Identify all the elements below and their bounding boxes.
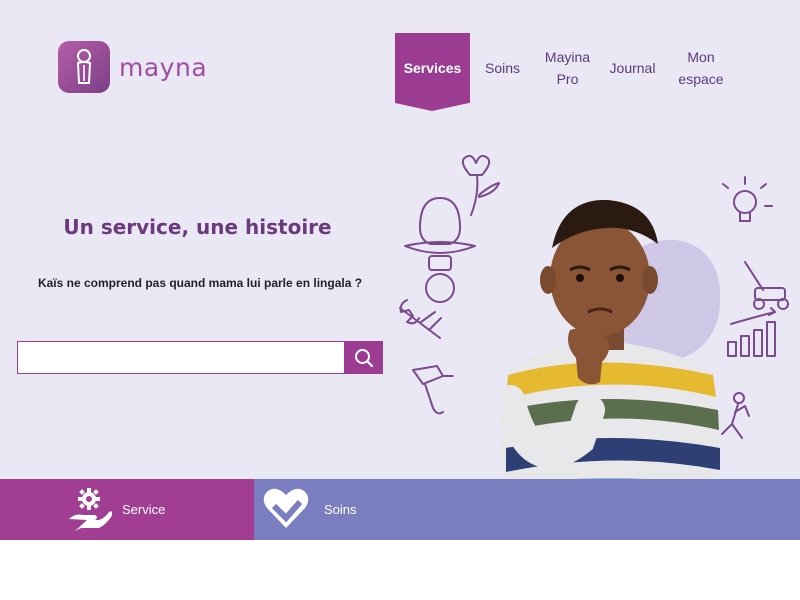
search-icon (355, 348, 374, 367)
pacifier-icon (404, 197, 476, 303)
nav-item-mon-espace[interactable]: Mon espace (665, 33, 737, 103)
brand-name: mayna (119, 52, 208, 82)
category-tabs: Service Soins (0, 479, 800, 540)
search-button[interactable] (345, 341, 383, 374)
runner-icon (721, 392, 750, 439)
nav-item-label: Services (403, 60, 462, 76)
nav-label-line: Mayina (544, 49, 591, 65)
lightbulb-icon (722, 176, 773, 222)
search-bar (17, 341, 383, 374)
tab-service[interactable]: Service (0, 479, 254, 540)
tab-service-label: Service (122, 502, 166, 517)
logo[interactable]: mayna (58, 41, 207, 93)
hero-question: Kaïs ne comprend pas quand mama lui parl… (37, 276, 363, 290)
logo-mark-icon (58, 41, 110, 93)
hero-headline: Un service, une histoire (63, 215, 332, 239)
wrench-icon (399, 299, 442, 339)
tab-soins[interactable]: Soins (254, 479, 800, 540)
nav-label-line: Mon (687, 49, 715, 65)
hero-section: mayna Services Soins Mayina Pro Journal M… (0, 0, 800, 540)
tab-soins-label: Soins (324, 502, 357, 517)
flower-icon (461, 154, 500, 216)
lawnmower-icon (744, 261, 789, 310)
heart-check-icon (262, 486, 310, 533)
nav-item-label: Journal (609, 60, 656, 76)
drill-icon (412, 365, 454, 415)
growth-chart-icon (727, 307, 776, 357)
nav-item-soins[interactable]: Soins (470, 33, 535, 103)
gear-hand-icon (66, 485, 113, 534)
nav-label-line: espace (678, 71, 724, 87)
nav-item-label: Soins (484, 60, 521, 76)
nav-item-journal[interactable]: Journal (600, 33, 665, 103)
nav-item-label: Mon espace (678, 46, 723, 90)
main-nav: Services Soins Mayina Pro Journal Mon espa… (395, 33, 737, 111)
search-input[interactable] (17, 341, 345, 374)
nav-label-line: Pro (556, 71, 579, 87)
nav-item-mayina-pro[interactable]: Mayina Pro (535, 33, 600, 103)
nav-item-services[interactable]: Services (395, 33, 470, 111)
nav-item-label: Mayina Pro (545, 46, 590, 90)
